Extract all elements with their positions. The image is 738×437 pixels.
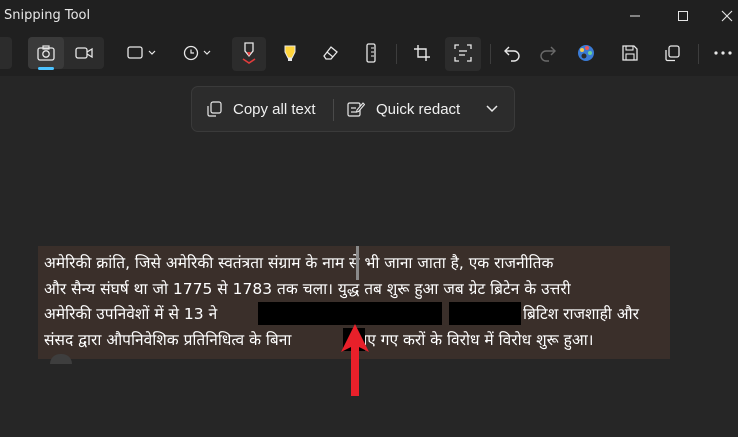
active-mode-indicator	[38, 67, 54, 70]
snip-text-fragment: लगाए गए करों के विरोध में विरोध शुरू हुआ…	[344, 330, 594, 349]
snip-text-line: अमेरिकी क्रांति, जिसे अमेरिकी स्वतंत्रता…	[44, 254, 554, 272]
video-mode-button[interactable]	[66, 36, 102, 70]
quick-redact-options-button[interactable]	[485, 87, 499, 131]
text-actions-divider	[333, 99, 334, 121]
ruler-button[interactable]	[356, 36, 386, 70]
chevron-down-icon	[486, 105, 498, 113]
title-bar: Snipping Tool	[0, 0, 738, 32]
redaction-box[interactable]	[449, 302, 521, 325]
copy-icon	[665, 45, 680, 62]
camera-button[interactable]	[28, 36, 64, 70]
redact-icon	[347, 102, 365, 117]
toolbar-divider	[490, 44, 491, 64]
ruler-icon	[366, 43, 376, 63]
timer-icon	[183, 45, 211, 61]
highlighter-button[interactable]	[274, 36, 306, 70]
highlighter-icon	[284, 45, 296, 61]
more-options-button[interactable]	[708, 36, 738, 70]
toolbar	[0, 32, 738, 76]
redo-icon	[540, 46, 556, 62]
eraser-icon	[323, 46, 338, 60]
undo-button[interactable]	[496, 36, 528, 70]
crop-button[interactable]	[406, 36, 438, 70]
video-icon	[75, 47, 93, 59]
more-icon	[714, 51, 732, 55]
text-actions-icon	[454, 44, 472, 62]
quick-redact-label: Quick redact	[376, 100, 461, 118]
close-icon	[721, 10, 733, 22]
ballpoint-pen-icon	[242, 42, 256, 64]
toolbar-divider	[396, 44, 397, 64]
copy-button[interactable]	[656, 36, 688, 70]
maximize-button[interactable]	[660, 0, 706, 32]
save-button[interactable]	[614, 36, 646, 70]
timer-dropdown[interactable]	[178, 36, 218, 70]
text-actions-bar: Copy all text Quick redact	[191, 86, 515, 132]
snip-shape-icon	[127, 46, 156, 59]
quick-redact-button[interactable]: Quick redact	[347, 87, 460, 131]
eraser-button[interactable]	[314, 36, 346, 70]
snip-shape-dropdown[interactable]	[122, 36, 162, 70]
copy-all-text-button[interactable]: Copy all text	[206, 87, 316, 131]
save-icon	[622, 45, 638, 61]
paint-icon	[578, 45, 594, 61]
app-title: Snipping Tool	[4, 8, 91, 23]
minimize-icon	[630, 15, 640, 17]
copy-all-text-label: Copy all text	[233, 100, 316, 118]
maximize-icon	[678, 11, 688, 21]
snip-text-fragment: अमेरिकी उपनिवेशों में से 13 ने	[44, 305, 218, 323]
crop-icon	[414, 45, 430, 61]
ballpoint-pen-tool[interactable]	[232, 36, 266, 70]
camera-icon	[37, 45, 55, 61]
minimize-button[interactable]	[612, 0, 658, 32]
redo-button[interactable]	[532, 36, 564, 70]
close-button[interactable]	[704, 0, 738, 32]
text-actions-tool[interactable]	[445, 36, 481, 70]
text-cursor	[356, 246, 359, 280]
red-arrow-annotation	[341, 324, 369, 396]
snip-text-fragment: संसद द्वारा औपनिवेशिक प्रतिनिधित्व के बि…	[44, 330, 292, 349]
toolbar-new-button[interactable]	[0, 37, 12, 69]
copy-text-icon	[207, 101, 222, 117]
edit-in-paint-button[interactable]	[570, 36, 602, 70]
toolbar-divider	[698, 44, 699, 64]
snip-text-line: और सैन्य संघर्ष था जो 1775 से 1783 तक चल…	[44, 279, 571, 298]
snip-text-fragment: ब्रिटिश राजशाही और	[523, 305, 639, 323]
undo-icon	[504, 46, 520, 62]
